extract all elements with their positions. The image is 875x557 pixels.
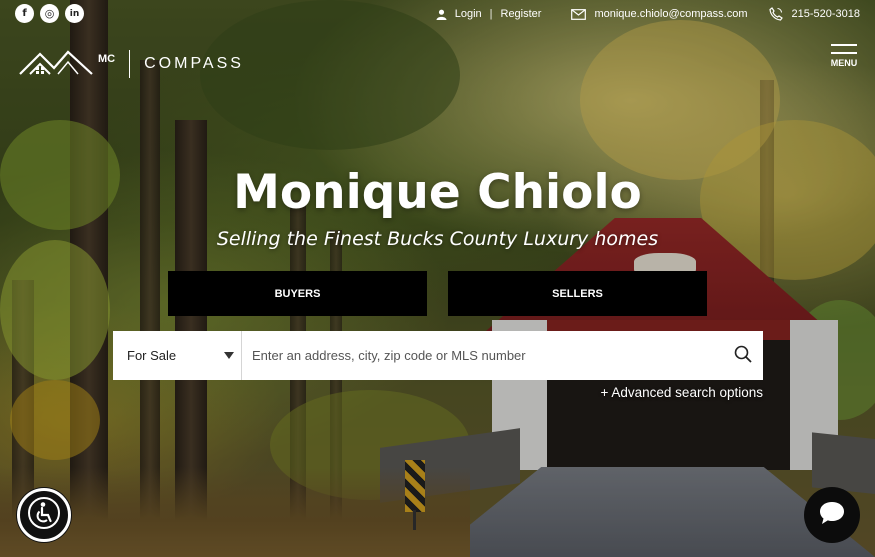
page-subtitle: Selling the Finest Bucks County Luxury h… xyxy=(216,228,659,250)
listing-type-select[interactable]: For Sale xyxy=(113,331,242,380)
linkedin-icon[interactable]: in xyxy=(65,4,84,23)
phone-link[interactable]: 215-520-3018 xyxy=(791,8,860,20)
phone-icon xyxy=(769,7,784,21)
listing-type-value: For Sale xyxy=(127,348,177,363)
register-link[interactable]: Register xyxy=(501,8,542,20)
logo-initials: MC xyxy=(98,53,116,65)
user-icon xyxy=(436,9,447,20)
mail-icon xyxy=(571,8,587,20)
menu-button[interactable]: MENU xyxy=(830,44,858,68)
house-mountain-logo-icon xyxy=(18,48,96,80)
instagram-icon[interactable]: ◎ xyxy=(40,4,59,23)
menu-label: MENU xyxy=(830,58,858,68)
email-link[interactable]: monique.chiolo@compass.com xyxy=(594,8,747,20)
search-button[interactable] xyxy=(723,331,763,380)
accessibility-button[interactable] xyxy=(17,488,71,542)
accessibility-icon xyxy=(27,496,61,534)
chat-button[interactable] xyxy=(804,487,860,543)
search-input[interactable] xyxy=(242,332,723,379)
hero-background-image xyxy=(0,0,875,557)
sellers-button[interactable]: SELLERS xyxy=(448,271,707,316)
login-link[interactable]: Login xyxy=(455,8,482,20)
caret-down-icon xyxy=(224,352,234,359)
logo-divider xyxy=(129,50,131,78)
chat-icon xyxy=(818,500,846,530)
top-info-bar: Login | Register monique.chiolo@compass.… xyxy=(436,7,860,21)
search-icon xyxy=(734,345,752,367)
login-register-separator: | xyxy=(489,8,493,20)
menu-bar xyxy=(831,52,857,54)
facebook-icon[interactable]: f xyxy=(15,4,34,23)
brand-name: COMPASS xyxy=(144,55,244,72)
buyers-button[interactable]: BUYERS xyxy=(168,271,427,316)
advanced-search-link[interactable]: + Advanced search options xyxy=(601,385,764,400)
menu-bar xyxy=(831,44,857,46)
site-logo[interactable]: MC COMPASS xyxy=(18,48,244,80)
property-search-bar: For Sale xyxy=(113,331,763,380)
page-title: Monique Chiolo xyxy=(233,165,642,220)
social-links: f ◎ in xyxy=(15,4,84,23)
